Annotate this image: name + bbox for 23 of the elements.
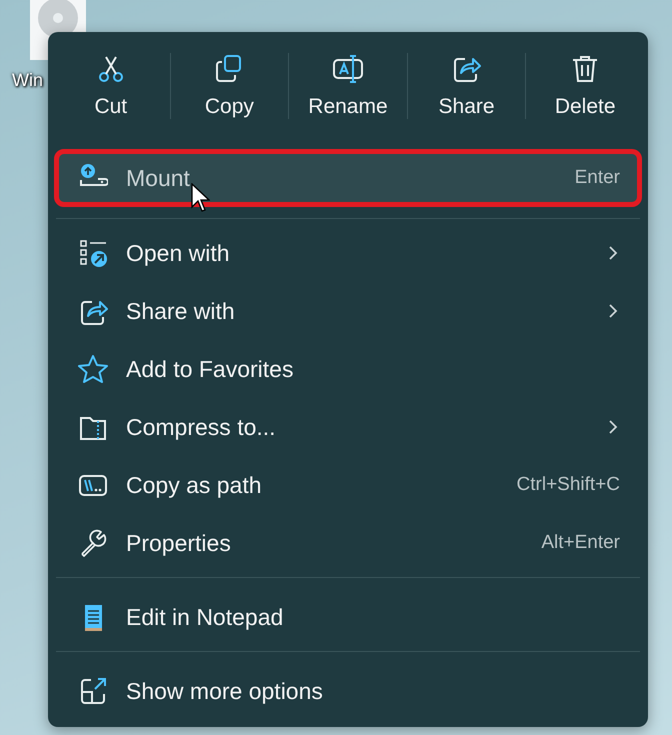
- rename-icon: [332, 53, 364, 85]
- toolbar-button[interactable]: Share: [408, 43, 526, 129]
- toolbar-button[interactable]: Copy: [170, 43, 288, 129]
- toolbar-button[interactable]: Cut: [52, 43, 170, 129]
- menu-item[interactable]: Add to Favorites: [58, 340, 638, 398]
- menu-item[interactable]: Compress to...: [58, 398, 638, 456]
- menu-item[interactable]: Share with: [58, 282, 638, 340]
- shortcut-text: Enter: [574, 167, 620, 189]
- menu-item[interactable]: Show more options: [58, 662, 638, 720]
- menu-item[interactable]: Edit in Notepad: [58, 588, 638, 646]
- shortcut-text: Alt+Enter: [541, 532, 620, 554]
- open-with-icon: [78, 238, 108, 268]
- toolbar-button[interactable]: Delete: [526, 43, 644, 129]
- star-icon: [78, 354, 108, 384]
- menu-item[interactable]: Mount Enter: [58, 153, 638, 203]
- expand-icon: [78, 676, 108, 706]
- toolbar-button[interactable]: Rename: [289, 43, 407, 129]
- menu-item[interactable]: Open with: [58, 224, 638, 282]
- menu-item[interactable]: Copy as path Ctrl+Shift+C: [58, 456, 638, 514]
- menu-item[interactable]: Properties Alt+Enter: [58, 514, 638, 572]
- cursor-icon: [190, 183, 210, 213]
- desktop-icon-label: Win: [12, 70, 43, 91]
- shortcut-text: Ctrl+Shift+C: [516, 474, 620, 496]
